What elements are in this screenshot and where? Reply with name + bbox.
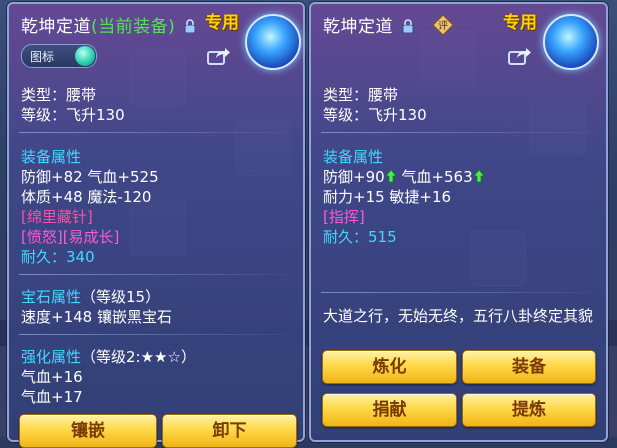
durability: 耐久：340 <box>21 248 95 266</box>
attr-line-1: 防御+82 气血+525 <box>21 168 159 186</box>
item-description: 大道之行，无始无终，五行八卦终定其貌 <box>323 307 594 325</box>
item-name: 乾坤定道 <box>21 17 91 37</box>
current-equipped-tag: (当前装备) <box>91 17 176 37</box>
equipped-item-tooltip: 乾坤定道(当前装备) 专用 图标 类型：腰带 等级：飞升130 装备属性 防御+… <box>7 2 305 448</box>
up-arrow-icon <box>384 169 397 183</box>
enhance-level: （等级2:★★☆） <box>81 348 196 366</box>
toggle-knob <box>75 46 95 66</box>
attr-hp: 气血+563 <box>401 168 473 186</box>
enhance-header-line: 强化属性（等级2:★★☆） <box>21 346 196 367</box>
toggle-label: 图标 <box>30 50 55 64</box>
emblem-icon <box>245 14 301 70</box>
unequip-button[interactable]: 卸下 <box>162 414 297 448</box>
lock-icon <box>184 19 196 33</box>
type-line: 类型：腰带 <box>21 86 97 104</box>
refine-button[interactable]: 炼化 <box>322 350 457 384</box>
gem-header: 宝石属性 <box>21 288 82 306</box>
attr-line-2: 体质+48 魔法-120 <box>21 188 152 206</box>
divider <box>19 274 289 275</box>
inlay-button[interactable]: 镶嵌 <box>19 414 157 448</box>
special-skill: [愤怒][易成长] <box>21 228 120 246</box>
special-effect: [绵里藏针] <box>21 208 93 226</box>
type-line: 类型：腰带 <box>323 86 399 104</box>
item-title: 乾坤定道 <box>323 12 414 37</box>
icon-toggle[interactable]: 图标 <box>21 44 97 68</box>
level-line: 等级：飞升130 <box>21 106 125 124</box>
compare-item-tooltip: 乾坤定道 评 专用 类型：腰带 等级：飞升130 装备属性 防御+90 气血+5… <box>309 2 608 442</box>
extract-button[interactable]: 提炼 <box>462 393 596 427</box>
gem-level: （等级15） <box>81 288 161 306</box>
appraise-icon: 评 <box>432 14 454 36</box>
attr-header: 装备属性 <box>21 148 82 166</box>
attr-line-2: 耐力+15 敏捷+16 <box>323 188 452 206</box>
up-arrow-icon <box>472 169 485 183</box>
lock-icon <box>402 19 414 33</box>
donate-button[interactable]: 捐献 <box>322 393 457 427</box>
divider <box>321 292 591 293</box>
emblem-icon <box>543 14 599 70</box>
enhance-line-2: 气血+17 <box>21 388 83 406</box>
gem-header-line: 宝石属性（等级15） <box>21 286 160 307</box>
attr-header: 装备属性 <box>323 148 384 166</box>
attr-line-1: 防御+90 气血+563 <box>323 166 485 187</box>
divider <box>19 334 289 335</box>
item-name: 乾坤定道 <box>323 17 393 37</box>
attr-defense: 防御+90 <box>323 168 385 186</box>
divider <box>19 132 289 133</box>
share-icon[interactable] <box>508 46 532 66</box>
level-line: 等级：飞升130 <box>323 106 427 124</box>
enhance-header: 强化属性 <box>21 348 82 366</box>
share-icon[interactable] <box>207 46 231 66</box>
item-title: 乾坤定道(当前装备) <box>21 12 196 37</box>
durability: 耐久：515 <box>323 228 397 246</box>
exclusive-label: 专用 <box>205 13 239 33</box>
enhance-line-1: 气血+16 <box>21 368 83 386</box>
special-skill: [指挥] <box>323 208 365 226</box>
appraise-glyph: 评 <box>438 20 448 32</box>
divider <box>321 132 591 133</box>
exclusive-label: 专用 <box>503 13 537 33</box>
gem-line: 速度+148 镶嵌黑宝石 <box>21 308 172 326</box>
equip-button[interactable]: 装备 <box>462 350 596 384</box>
